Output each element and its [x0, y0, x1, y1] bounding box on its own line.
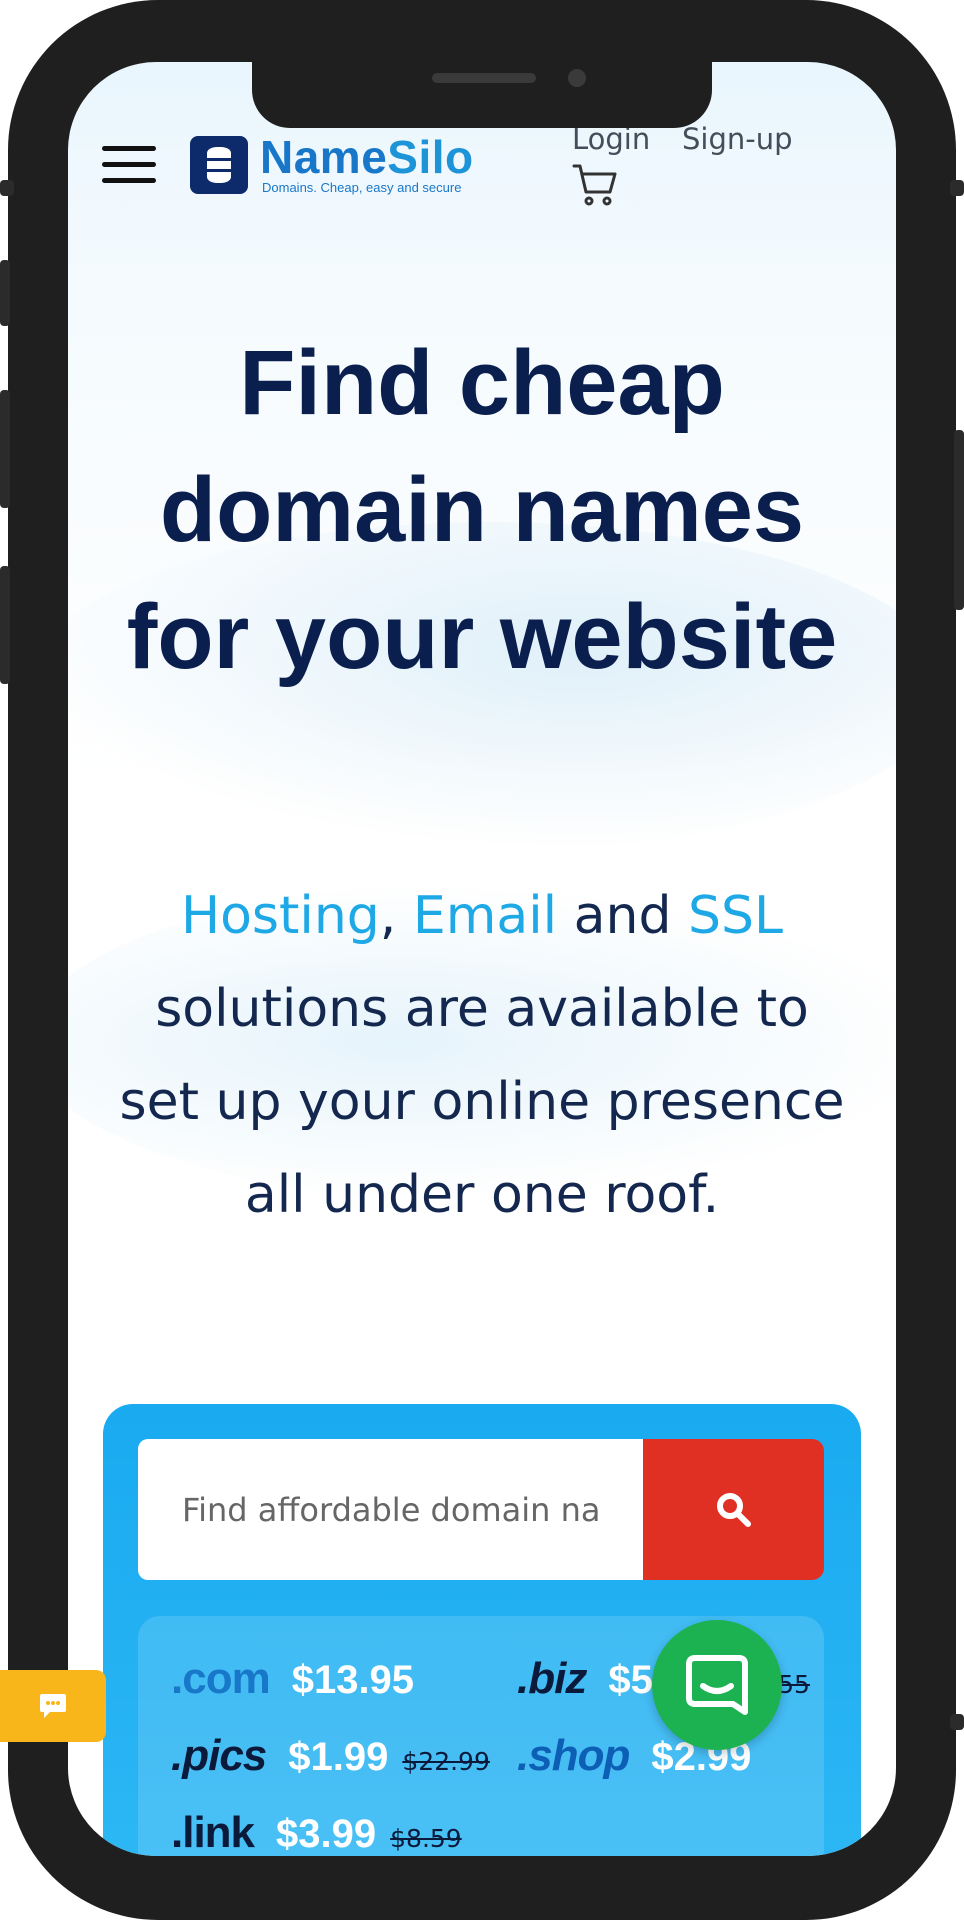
volume-down-button — [0, 566, 10, 684]
database-logo-icon — [190, 136, 248, 194]
tld-name: .link — [171, 1808, 255, 1856]
speaker-grille — [432, 73, 536, 83]
tld-name: .biz — [517, 1654, 587, 1703]
phone-notch — [252, 62, 712, 128]
signup-link[interactable]: Sign-up — [682, 122, 793, 156]
tld-price: $13.95 — [291, 1658, 415, 1702]
tld-name: .pics — [171, 1731, 267, 1780]
tld-old-price: $22.99 — [402, 1747, 490, 1776]
tld-price: $1.99 — [288, 1735, 389, 1779]
email-link[interactable]: Email — [413, 886, 557, 946]
subtitle-comma: , — [379, 886, 397, 946]
logo-name: NameSilo — [260, 131, 474, 183]
chat-bubble-icon — [40, 1694, 66, 1718]
search-icon — [717, 1493, 751, 1527]
tld-price: $3.99 — [276, 1812, 377, 1856]
tld-item[interactable]: .link $3.99 $8.59 — [171, 1808, 462, 1856]
logo-tagline: Domains. Cheap, easy and secure — [262, 180, 462, 195]
screen: NameSilo Domains. Cheap, easy and secure… — [68, 62, 896, 1856]
chat-launcher-button[interactable] — [652, 1620, 782, 1750]
side-marker-right — [950, 180, 964, 196]
volume-up-button — [0, 390, 10, 508]
tld-item[interactable]: .com $13.95 — [171, 1654, 414, 1704]
search-button[interactable] — [643, 1439, 824, 1580]
tld-item[interactable]: .pics $1.99 $22.99 — [171, 1731, 490, 1781]
hero-subtitle: Hosting, Email and SSL solutions are ava… — [108, 870, 856, 1242]
mute-switch — [0, 260, 10, 326]
tld-old-price: $8.59 — [390, 1824, 462, 1853]
domain-search-input[interactable] — [138, 1439, 643, 1580]
subtitle-and: and — [573, 886, 672, 946]
front-camera — [568, 69, 586, 87]
page-title: Find cheap domain names for your website — [126, 332, 838, 688]
tld-name: .shop — [517, 1731, 630, 1780]
chat-tab[interactable] — [0, 1670, 106, 1742]
namesilo-logo[interactable]: NameSilo Domains. Cheap, easy and secure — [190, 131, 510, 196]
tld-name: .com — [171, 1654, 271, 1703]
subtitle-rest: solutions are available to set up your o… — [119, 979, 845, 1225]
messenger-icon — [686, 1655, 748, 1715]
cart-icon[interactable] — [572, 162, 618, 208]
power-button — [954, 430, 964, 610]
device-frame: NameSilo Domains. Cheap, easy and secure… — [0, 0, 964, 1920]
side-marker-bottom-right — [950, 1714, 964, 1730]
hamburger-icon[interactable] — [102, 144, 156, 186]
hosting-link[interactable]: Hosting — [181, 886, 380, 946]
side-marker — [0, 180, 14, 196]
ssl-link[interactable]: SSL — [688, 886, 783, 946]
